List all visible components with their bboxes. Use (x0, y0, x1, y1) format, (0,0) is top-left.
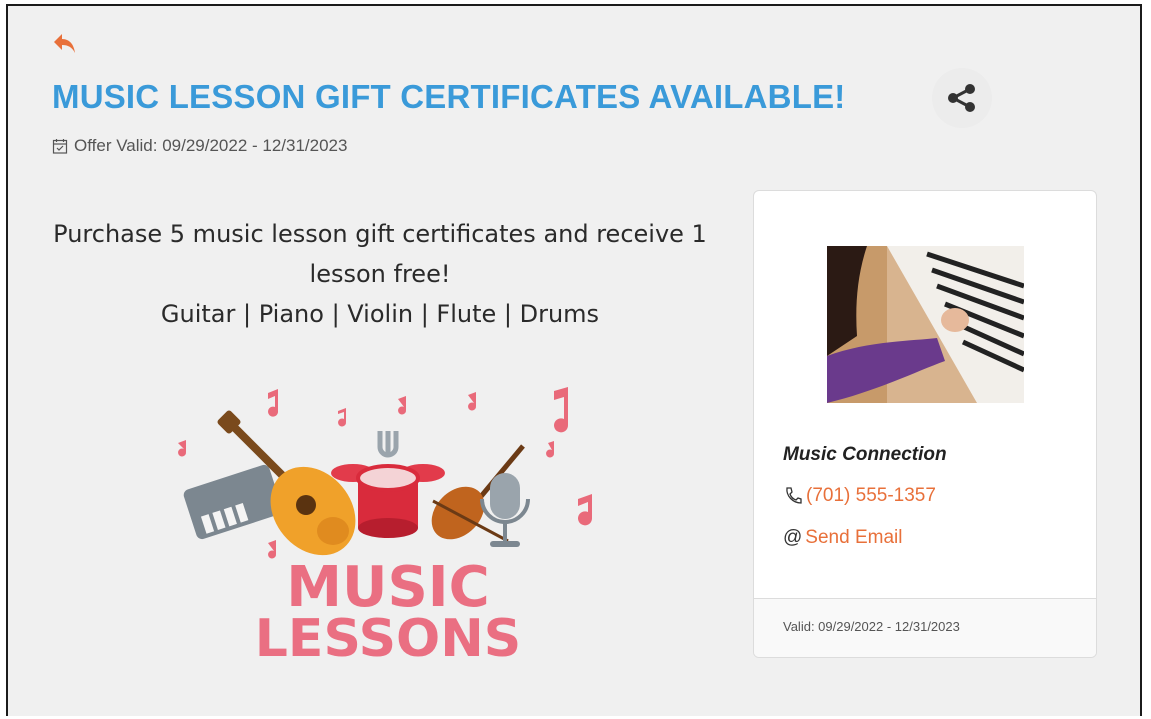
artwork-word-lessons: LESSONS (255, 609, 521, 669)
card-validity: Valid: 09/29/2022 - 12/31/2023 (783, 619, 960, 634)
send-email-link[interactable]: Send Email (805, 527, 902, 549)
business-name: Music Connection (783, 444, 947, 465)
phone-icon (786, 487, 802, 504)
offer-validity: Offer Valid: 09/29/2022 - 12/31/2023 (52, 136, 347, 156)
card-footer: Valid: 09/29/2022 - 12/31/2023 (754, 598, 1096, 657)
share-icon (948, 84, 975, 112)
calendar-check-icon (52, 139, 68, 154)
validity-text: Offer Valid: 09/29/2022 - 12/31/2023 (74, 136, 348, 155)
business-photo (827, 246, 1024, 403)
business-card: Music Connection (701) 555-1357 @ Send E… (753, 190, 1097, 658)
email-row: @ Send Email (783, 527, 902, 549)
page-frame: MUSIC LESSON GIFT CERTIFICATES AVAILABLE… (6, 4, 1142, 716)
phone-link[interactable]: (701) 555-1357 (806, 485, 936, 507)
page-title: MUSIC LESSON GIFT CERTIFICATES AVAILABLE… (52, 78, 846, 115)
share-button[interactable] (932, 68, 992, 128)
music-lessons-illustration: MUSIC LESSONS (178, 387, 593, 669)
description-line: Purchase 5 music lesson gift certificate… (53, 220, 707, 288)
offer-description: Purchase 5 music lesson gift certificate… (42, 214, 718, 334)
back-button[interactable] (52, 32, 80, 58)
at-icon: @ (783, 527, 803, 548)
keyboard-icon (183, 464, 283, 540)
phone-row: (701) 555-1357 (783, 485, 936, 507)
instrument-list: Guitar | Piano | Violin | Flute | Drums (160, 300, 600, 328)
reply-arrow-icon (54, 34, 75, 53)
